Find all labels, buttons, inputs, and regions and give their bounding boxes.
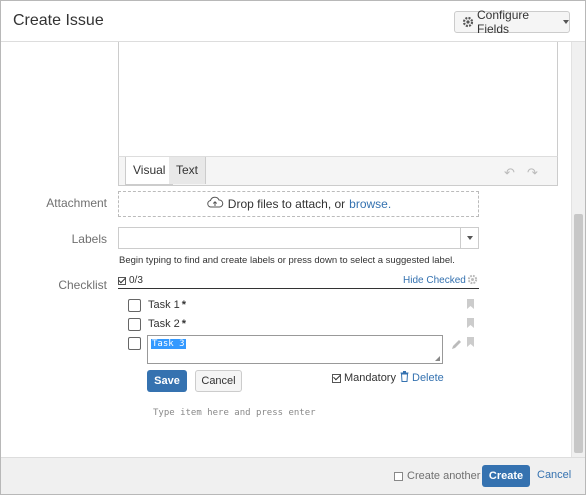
checklist-progress: 0/3 [118, 275, 143, 286]
configure-fields-button[interactable]: Configure Fields [454, 8, 570, 36]
chevron-down-icon [563, 20, 569, 24]
create-another-toggle[interactable]: Create another [394, 470, 480, 482]
delete-item-button[interactable]: Delete [400, 371, 444, 385]
checklist-count: 0/3 [129, 275, 143, 286]
chevron-down-icon [466, 236, 473, 240]
task-label: Task 1 [148, 299, 180, 311]
dialog-body[interactable]: Visual Text ↶ ↷ Attachment Drop files to… [1, 42, 571, 457]
checklist-label: Checklist [58, 278, 107, 292]
task-label: Task 2 [148, 318, 180, 330]
dialog-footer: Create another Create Cancel [1, 457, 585, 494]
create-button[interactable]: Create [482, 465, 530, 487]
create-issue-dialog: Create Issue Configure Fields Visual Tex… [0, 0, 586, 495]
editor-mode-bar: Visual Text ↶ ↷ [118, 156, 558, 186]
labels-input[interactable] [118, 227, 479, 249]
task-checkbox[interactable] [128, 336, 141, 350]
gear-icon[interactable] [467, 274, 478, 288]
scrollbar-thumb[interactable] [574, 214, 583, 453]
mandatory-marker: * [181, 318, 187, 330]
browse-link[interactable]: browse. [349, 197, 391, 211]
edit-item-text: Task 3 [151, 339, 186, 349]
labels-hint: Begin typing to find and create labels o… [119, 255, 455, 266]
tab-text[interactable]: Text [169, 157, 207, 184]
checklist-item[interactable]: Task 1 * [128, 298, 186, 312]
delete-label: Delete [412, 372, 444, 384]
task-checkbox[interactable] [128, 298, 141, 312]
create-another-checkbox[interactable] [394, 471, 403, 481]
undo-icon[interactable]: ↶ [504, 165, 515, 181]
edit-item-textarea[interactable]: Task 3 [147, 335, 443, 364]
save-button[interactable]: Save [147, 370, 187, 392]
attachment-drop-text: Drop files to attach, or [227, 197, 346, 211]
checklist-item-editing [128, 336, 141, 350]
configure-fields-label: Configure Fields [477, 8, 530, 36]
task-checkbox[interactable] [128, 317, 141, 331]
attachment-label: Attachment [46, 196, 107, 210]
checklist-check-icon [118, 276, 126, 285]
trash-icon [400, 371, 409, 385]
new-item-input[interactable]: Type item here and press enter [153, 408, 316, 418]
mandatory-checkbox[interactable] [332, 373, 341, 383]
create-another-label: Create another [407, 470, 481, 482]
bookmark-icon[interactable] [467, 318, 474, 328]
mandatory-toggle[interactable]: Mandatory [332, 372, 396, 384]
bookmark-icon[interactable] [467, 299, 474, 309]
bookmark-icon[interactable] [467, 337, 474, 347]
dialog-title: Create Issue [13, 12, 104, 29]
checklist-item[interactable]: Task 2 * [128, 317, 186, 331]
mandatory-label: Mandatory [344, 372, 396, 384]
pencil-icon[interactable] [451, 339, 462, 353]
dialog-header: Create Issue Configure Fields [1, 1, 585, 42]
scrollbar[interactable] [571, 42, 585, 457]
checklist-header: 0/3 Hide Checked [118, 274, 479, 289]
mandatory-marker: * [181, 299, 187, 311]
tab-visual[interactable]: Visual [125, 157, 174, 185]
labels-dropdown-button[interactable] [460, 228, 478, 248]
cancel-link[interactable]: Cancel [537, 469, 571, 481]
labels-label: Labels [71, 232, 107, 246]
attachment-dropzone[interactable]: Drop files to attach, or browse. [118, 191, 479, 217]
cloud-upload-icon [206, 196, 224, 212]
resize-handle-icon[interactable] [435, 356, 440, 361]
hide-checked-link[interactable]: Hide Checked [403, 275, 466, 286]
redo-icon[interactable]: ↷ [527, 165, 538, 181]
cancel-button[interactable]: Cancel [195, 370, 242, 392]
gear-icon [462, 16, 474, 28]
